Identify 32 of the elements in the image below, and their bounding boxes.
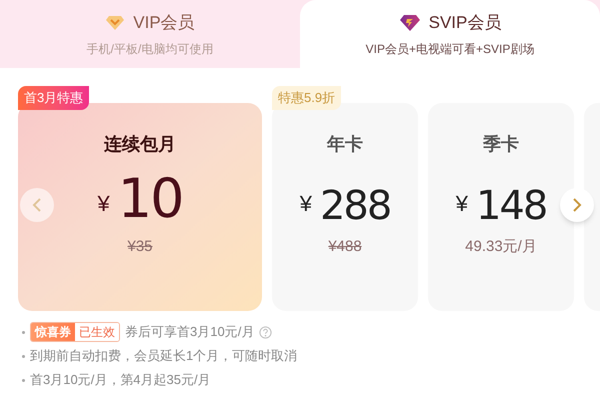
coupon-name: 惊喜券 (31, 323, 75, 341)
chevron-right-icon (572, 198, 582, 212)
original-price: ¥488 (328, 237, 362, 257)
monthly-price: 49.33元/月 (465, 237, 537, 257)
plan-card[interactable]: 连续包月 ¥10 ¥35 (18, 103, 262, 311)
membership-tab[interactable]: SVIP会员 VIP会员+电视端可看+SVIP剧场 (300, 0, 600, 68)
original-price: ¥35 (127, 237, 153, 257)
promo-badge: 首3月特惠 (18, 86, 90, 110)
currency-symbol: ¥ (456, 190, 468, 218)
plan-card[interactable]: 季卡 ¥ 148 49.33元/月 (428, 103, 574, 311)
plan-card[interactable]: 年卡 ¥ 288 ¥488 (272, 103, 418, 311)
chevron-left-icon (32, 198, 42, 212)
tab-subtitle: 手机/平板/电脑均可使用 (86, 40, 214, 58)
tab-subtitle: VIP会员+电视端可看+SVIP剧场 (366, 40, 534, 58)
previous-button[interactable] (20, 188, 54, 222)
plan-name: 年卡 (327, 133, 363, 156)
currency-symbol: ¥ (300, 190, 312, 218)
note-text: 券后可享首3月10元/月 (125, 323, 254, 342)
help-icon[interactable] (259, 326, 272, 338)
tab-title: VIP会员 (133, 12, 195, 34)
note-text: 到期前自动扣费，会员延长1个月，可随时取消 (30, 347, 298, 366)
tab-title: SVIP会员 (428, 12, 502, 34)
plan-name: 季卡 (483, 133, 519, 156)
note-text: 首3月10元/月，第4月起35元/月 (30, 371, 211, 390)
plan-price: 288 (320, 186, 390, 226)
currency-symbol: ¥ (98, 190, 110, 218)
diamond-icon (105, 15, 126, 31)
plan-price: 10 (118, 172, 182, 226)
promo-badge: 特惠5.9折 (272, 86, 342, 110)
plan-name: 连续包月 (104, 133, 176, 156)
diamond-icon (398, 14, 421, 32)
plan-price: 148 (476, 186, 546, 226)
